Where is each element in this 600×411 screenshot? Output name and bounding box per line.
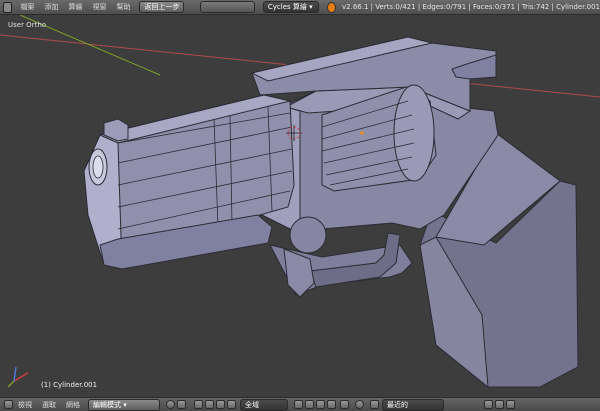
- editor-type-icon[interactable]: [3, 1, 13, 13]
- menu-help[interactable]: 幫助: [111, 2, 135, 12]
- snap-toggle-icon[interactable]: [370, 400, 379, 409]
- vertex-select-icon[interactable]: [305, 400, 314, 409]
- menu-mesh[interactable]: 網格: [61, 400, 85, 410]
- scene-selector[interactable]: [200, 1, 255, 13]
- view-label: User Ortho: [8, 21, 47, 29]
- rotate-manipulator-icon[interactable]: [216, 400, 225, 409]
- snap-element-dropdown[interactable]: 最近的: [382, 398, 444, 411]
- transform-orientation-label: 全域: [245, 400, 259, 409]
- chevron-down-icon: ▾: [309, 3, 313, 11]
- muzzle-bore: [92, 155, 104, 179]
- view-axes-gizmo-icon: [7, 366, 29, 388]
- snap-element-label: 最近的: [387, 400, 408, 409]
- menu-file[interactable]: 檔案: [15, 2, 39, 12]
- render-preview-icon[interactable]: [484, 400, 493, 409]
- menu-view[interactable]: 檢視: [13, 400, 37, 410]
- object-origin-dot: [360, 131, 364, 135]
- render-engine-dropdown[interactable]: Cycles 算繪 ▾: [262, 1, 320, 13]
- undo-label: 返回上一步: [144, 3, 180, 11]
- menu-window[interactable]: 視窗: [87, 2, 111, 12]
- menu-render[interactable]: 算繪: [63, 2, 87, 12]
- edge-select-icon[interactable]: [316, 400, 325, 409]
- mode-dropdown[interactable]: 編輯模式 ▾: [88, 398, 160, 411]
- viewport-canvas[interactable]: [0, 15, 600, 397]
- editor-type-icon[interactable]: [4, 400, 13, 409]
- mode-dropdown-label: 編輯模式: [93, 400, 121, 409]
- pivot-point-icon[interactable]: [177, 400, 186, 409]
- layer-toggle-icon[interactable]: [294, 400, 303, 409]
- menu-select[interactable]: 選取: [37, 400, 61, 410]
- viewport-shading-icon[interactable]: [166, 400, 175, 409]
- info-header: 檔案 添加 算繪 視窗 幫助 返回上一步 Cycles 算繪 ▾ v2.66.1…: [0, 0, 600, 15]
- blender-logo-icon: [327, 1, 337, 13]
- cylinder-end-face: [393, 84, 435, 182]
- camera-icon[interactable]: [506, 400, 515, 409]
- cylinder-release-knob: [289, 216, 327, 254]
- render-animation-icon[interactable]: [495, 400, 504, 409]
- manipulator-toggle-icon[interactable]: [194, 400, 203, 409]
- menu-add[interactable]: 添加: [39, 2, 63, 12]
- render-engine-label: Cycles 算繪: [267, 3, 307, 11]
- transform-orientation-dropdown[interactable]: 全域: [240, 398, 288, 411]
- limit-selection-icon[interactable]: [340, 400, 349, 409]
- 3d-view-header: 檢視 選取 網格 編輯模式 ▾ 全域 最近的: [0, 397, 600, 411]
- chevron-down-icon: ▾: [123, 400, 127, 409]
- scene-stats: v2.66.1 | Verts:0/421 | Edges:0/791 | Fa…: [342, 3, 600, 11]
- undo-button[interactable]: 返回上一步: [139, 1, 185, 13]
- 3d-viewport[interactable]: User Ortho (1) Cylinder.001: [0, 15, 600, 397]
- face-select-icon[interactable]: [327, 400, 336, 409]
- scale-manipulator-icon[interactable]: [227, 400, 236, 409]
- active-object-label: (1) Cylinder.001: [41, 381, 98, 389]
- translate-manipulator-icon[interactable]: [205, 400, 214, 409]
- proportional-editing-icon[interactable]: [355, 400, 364, 409]
